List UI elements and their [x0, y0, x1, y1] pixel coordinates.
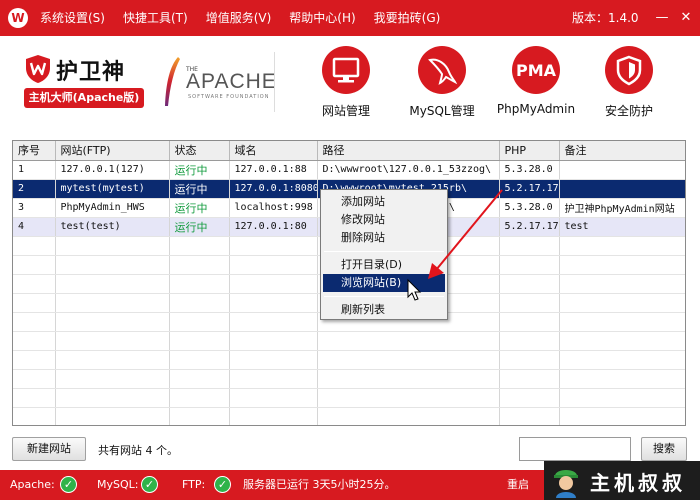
header-divider: [274, 52, 275, 112]
cell-no: 4: [13, 217, 56, 237]
cell-site: 127.0.0.1(127): [55, 160, 170, 180]
apache-logo-text: APACHE: [186, 70, 277, 93]
cell-domain: 127.0.0.1:80: [229, 217, 318, 237]
menu-separator: [324, 296, 444, 297]
tool-label: MySQL管理: [409, 104, 475, 118]
cell-status: 运行中: [169, 160, 230, 180]
cell-no: 1: [13, 160, 56, 180]
title-bar: W 系统设置(S) 快捷工具(T) 增值服务(V) 帮助中心(H) 我要拍砖(G…: [0, 0, 700, 36]
cell-php: 5.3.28.0: [499, 198, 560, 218]
monitor-icon: [322, 46, 370, 94]
menu-value-added-services[interactable]: 增值服务(V): [206, 0, 272, 36]
empty-row: [13, 407, 685, 425]
apache-foundation-text: SOFTWARE FOUNDATION: [188, 94, 270, 100]
cell-php: 5.2.17.17: [499, 179, 560, 199]
ftp-status-label: FTP:: [182, 478, 206, 491]
apache-feather-icon: [165, 57, 180, 106]
brand-subtitle: 主机大师(Apache版): [24, 88, 144, 108]
brand-shield-icon: [26, 55, 50, 83]
watermark-logo: 主机叔叔: [544, 461, 700, 500]
minimize-button[interactable]: —: [654, 10, 670, 26]
menu-feedback[interactable]: 我要拍砖(G): [374, 0, 441, 36]
empty-row: [13, 350, 685, 370]
restart-button[interactable]: 重启: [507, 470, 529, 500]
tool-site-management[interactable]: 网站管理: [301, 46, 391, 119]
header-banner: 护卫神 主机大师(Apache版) THE APACHE SOFTWARE FO…: [0, 36, 700, 128]
close-button[interactable]: ✕: [678, 10, 694, 26]
column-header-status[interactable]: 状态: [169, 141, 230, 161]
cell-note: 护卫神PhpMyAdmin网站: [559, 198, 685, 218]
menu-browse-site[interactable]: 浏览网站(B): [323, 274, 445, 292]
search-input[interactable]: [519, 437, 631, 461]
cell-status: 运行中: [169, 179, 230, 199]
menu-system-settings[interactable]: 系统设置(S): [40, 0, 105, 36]
cell-php: 5.2.17.17: [499, 217, 560, 237]
menu-separator: [324, 251, 444, 252]
cell-domain: localhost:998: [229, 198, 318, 218]
app-logo-icon: W: [8, 8, 28, 28]
mysql-status-label: MySQL:: [97, 478, 139, 491]
column-header-note[interactable]: 备注: [559, 141, 685, 161]
column-header-domain[interactable]: 域名: [229, 141, 318, 161]
mysql-ok-icon: ✓: [141, 476, 158, 493]
cell-site: mytest(mytest): [55, 179, 170, 199]
menu-help-center[interactable]: 帮助中心(H): [289, 0, 355, 36]
cell-site: PhpMyAdmin_HWS: [55, 198, 170, 218]
tool-label: 安全防护: [604, 104, 653, 118]
mysql-dolphin-icon: [418, 46, 466, 94]
tool-security-protection[interactable]: 安全防护: [584, 46, 674, 119]
apache-status-label: Apache:: [10, 478, 55, 491]
column-header-php[interactable]: PHP: [499, 141, 560, 161]
shield-icon: [605, 46, 653, 94]
menu-edit-site[interactable]: 修改网站: [321, 211, 447, 229]
site-count-label: 共有网站 4 个。: [98, 444, 178, 457]
tool-label: 网站管理: [321, 104, 370, 118]
cell-php: 5.3.28.0: [499, 160, 560, 180]
empty-row: [13, 331, 685, 351]
watermark-text: 主机叔叔: [590, 471, 686, 495]
apache-ok-icon: ✓: [60, 476, 77, 493]
menu-bar: 系统设置(S) 快捷工具(T) 增值服务(V) 帮助中心(H) 我要拍砖(G): [40, 0, 458, 36]
mascot-avatar-icon: [554, 470, 578, 498]
cell-no: 2: [13, 179, 56, 199]
cell-note: test: [559, 217, 685, 237]
uptime-text: 服务器已运行 3天5小时25分。: [243, 478, 396, 491]
pma-icon-text: PMA: [515, 61, 557, 80]
menu-open-directory[interactable]: 打开目录(D): [321, 256, 447, 274]
cell-note: [559, 160, 685, 180]
cell-status: 运行中: [169, 198, 230, 218]
tool-mysql-management[interactable]: MySQL管理: [397, 46, 487, 119]
cell-path: D:\wwwroot\127.0.0.1_53zzog\: [317, 160, 500, 180]
table-header: 序号 网站(FTP) 状态 域名 路径 PHP 备注: [13, 141, 685, 161]
ftp-ok-icon: ✓: [214, 476, 231, 493]
column-header-site[interactable]: 网站(FTP): [55, 141, 170, 161]
column-header-path[interactable]: 路径: [317, 141, 500, 161]
cell-domain: 127.0.0.1:8080: [229, 179, 318, 199]
cell-no: 3: [13, 198, 56, 218]
tool-label: PhpMyAdmin: [496, 102, 576, 116]
menu-delete-site[interactable]: 删除网站: [321, 229, 447, 247]
cell-domain: 127.0.0.1:88: [229, 160, 318, 180]
menu-add-site[interactable]: 添加网站: [321, 193, 447, 211]
cell-note: [559, 179, 685, 199]
tool-phpmyadmin[interactable]: PMA PhpMyAdmin: [491, 46, 581, 116]
new-site-button[interactable]: 新建网站: [12, 437, 86, 461]
empty-row: [13, 388, 685, 408]
menu-refresh-list[interactable]: 刷新列表: [321, 301, 447, 319]
cell-status: 运行中: [169, 217, 230, 237]
search-button[interactable]: 搜索: [641, 437, 687, 461]
cell-site: test(test): [55, 217, 170, 237]
table-row[interactable]: 1 127.0.0.1(127) 运行中 127.0.0.1:88 D:\www…: [13, 160, 685, 180]
empty-row: [13, 369, 685, 389]
pma-icon: PMA: [512, 46, 560, 94]
version-label: 版本：1.4.0: [572, 11, 639, 25]
context-menu: 添加网站 修改网站 删除网站 打开目录(D) 浏览网站(B) 刷新列表: [320, 189, 448, 320]
column-header-no[interactable]: 序号: [13, 141, 56, 161]
menu-quick-tools[interactable]: 快捷工具(T): [123, 0, 188, 36]
brand-name: 护卫神: [56, 60, 126, 85]
